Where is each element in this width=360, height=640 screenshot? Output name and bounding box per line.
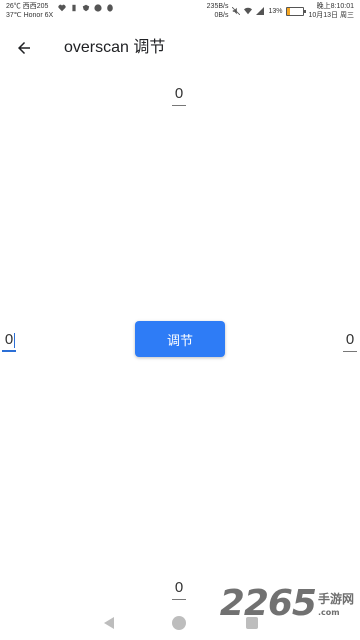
overscan-right-value: 0 [345,331,355,348]
battery-saver-icon [72,4,76,12]
arrow-back-icon [18,42,30,54]
mute-icon [232,7,241,15]
nav-back-icon[interactable] [102,616,116,630]
battery-level [287,7,290,15]
clock-date: 10月13日 周三 [308,12,354,19]
watermark-text: 手游网 .com [316,590,354,622]
overscan-bottom-input[interactable]: 0 [172,578,186,600]
heart-icon [58,4,66,12]
status-temp-line2: 37℃ Honor 6X [6,12,54,19]
page-title: overscan 调节 [64,39,166,56]
status-notification-icons [58,4,114,12]
watermark-site-name: 手游网 [317,592,354,606]
clock: 晚上8:10:01 10月13日 周三 [308,2,354,20]
status-system-area: 235B/s 0B/s 13% 晚上8:10:01 10月13日 周三 [207,2,354,20]
clock-time: 晚上8:10:01 [316,3,354,10]
signal-icon [256,7,265,15]
status-bar: 26℃ 西西205 37℃ Honor 6X 235B/s 0B/s 13% 晚… [0,0,360,22]
network-speed-up: 235B/s [206,3,229,10]
overscan-top-input[interactable]: 0 [172,84,186,106]
watermark-number: 2265 [219,583,317,624]
battery-icon [286,6,307,16]
overscan-left-input[interactable]: 0 [2,330,16,352]
overscan-right-input[interactable]: 0 [343,330,357,352]
watermark-suffix: .com [317,608,340,617]
overscan-bottom-value: 0 [174,579,184,596]
network-speed: 235B/s 0B/s [207,2,229,20]
status-temp-line1: 26℃ 西西205 [6,3,49,10]
network-speed-down: 0B/s [214,12,229,19]
battery-percent: 13% [268,7,283,15]
wifi-icon [244,7,253,15]
site-watermark: 2265 手游网 .com [220,586,354,622]
ok-icon [94,4,102,12]
shield-icon [82,4,90,12]
overscan-top-value: 0 [174,85,184,102]
status-temperature: 26℃ 西西205 37℃ Honor 6X [6,2,53,20]
text-cursor [14,333,15,348]
adjust-button[interactable]: 调节 [135,321,225,357]
nav-home-icon[interactable] [172,616,186,630]
app-toolbar: overscan 调节 [0,26,360,70]
qq-icon [107,4,113,12]
overscan-left-value: 0 [4,331,14,348]
back-button[interactable] [12,36,36,60]
